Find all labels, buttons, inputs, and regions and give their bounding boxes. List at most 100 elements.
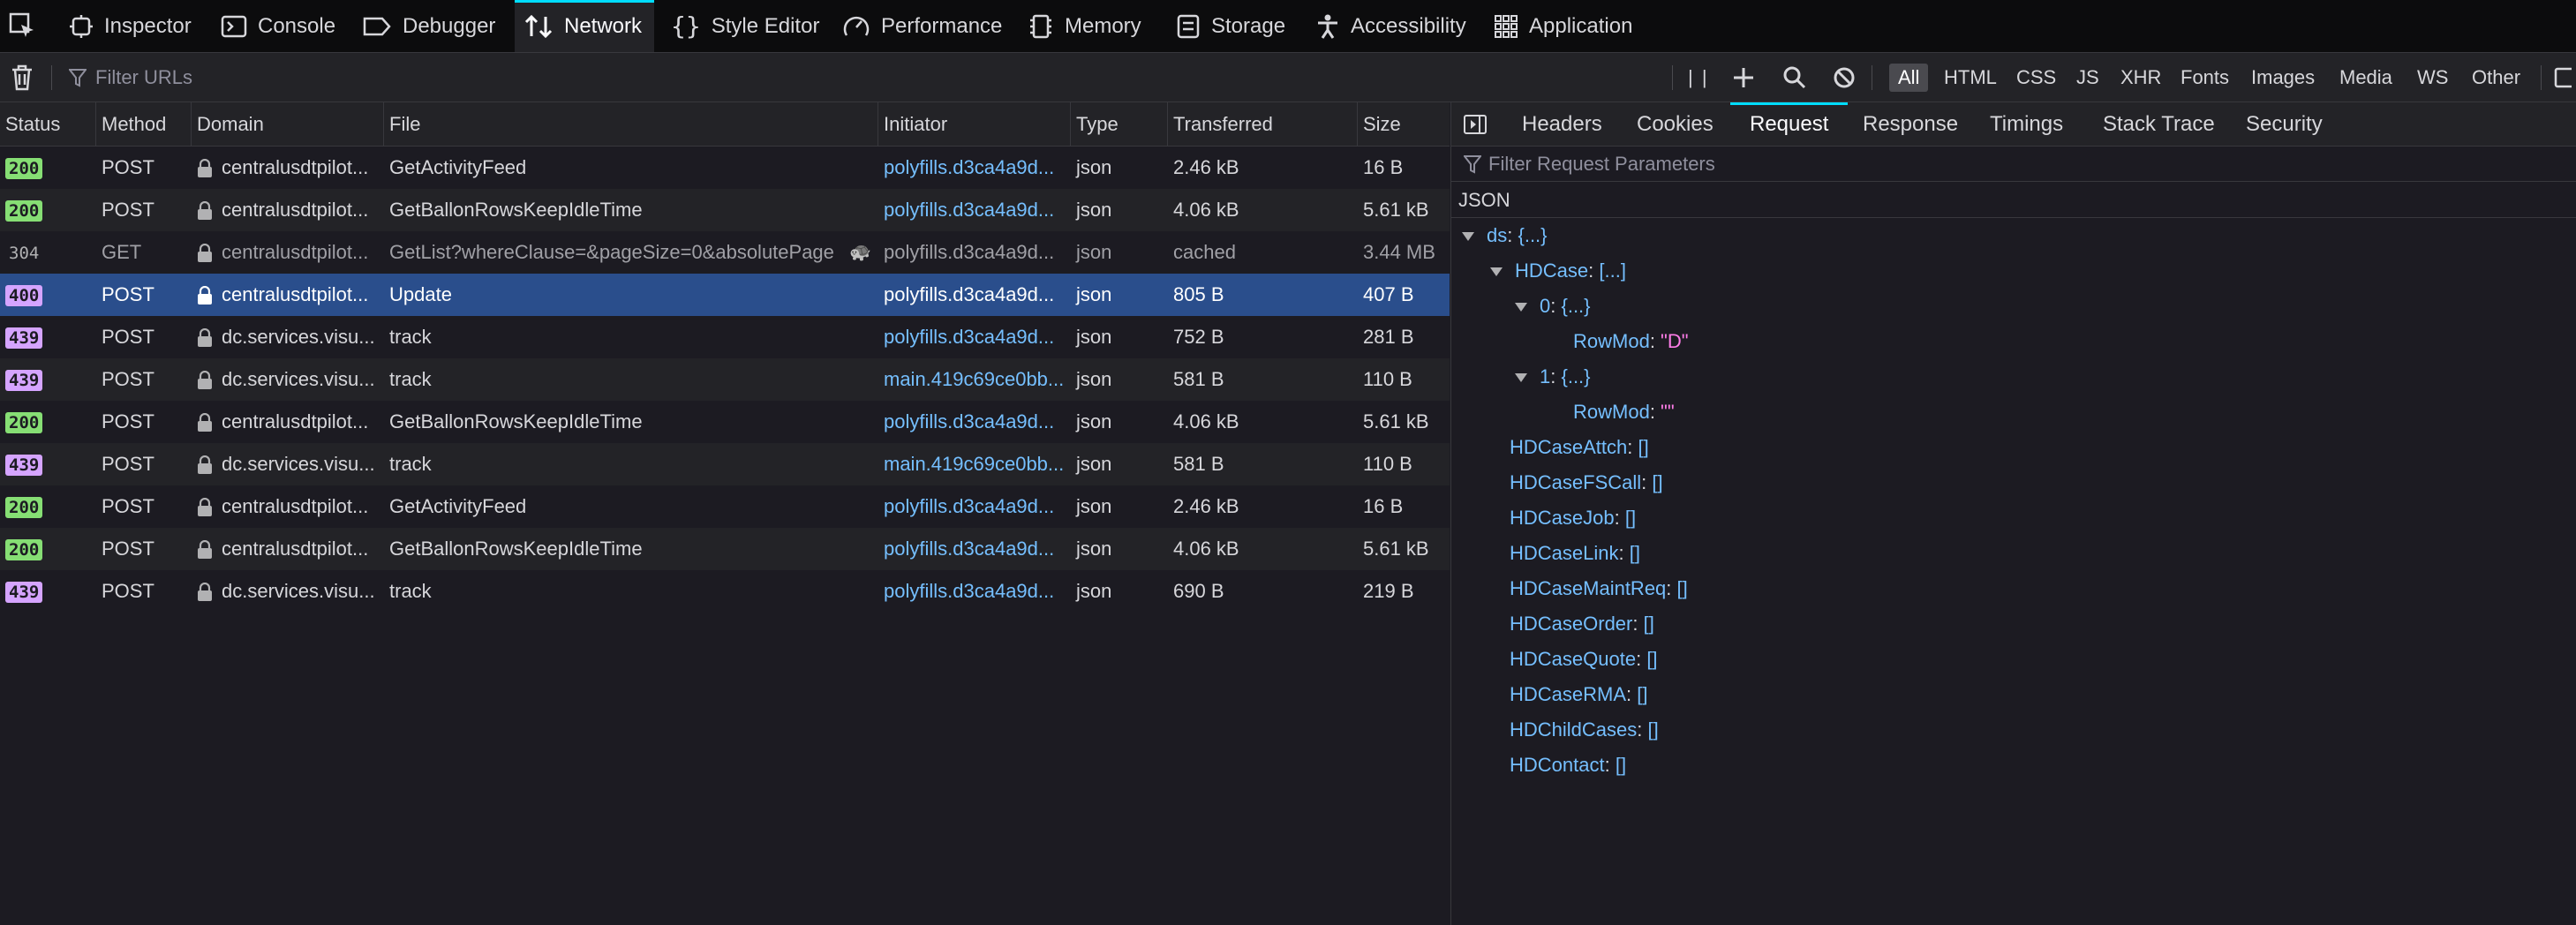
cell-initiator: polyfills.d3ca4a9d...: [884, 538, 1055, 560]
json-tree-node[interactable]: HDCaseMaintReq: []: [1510, 571, 1688, 606]
cell-transferred: 581 B: [1173, 368, 1224, 390]
cell-initiator: main.419c69ce0bb...: [884, 368, 1065, 390]
table-row[interactable]: 200 POST centralusdtpilot... GetBallonRowsK…: [0, 528, 1450, 570]
search-button[interactable]: [1783, 53, 1806, 102]
add-request-button[interactable]: [1732, 53, 1755, 102]
filter-type-ws[interactable]: WS: [2408, 64, 2457, 92]
table-row[interactable]: 200 POST centralusdtpilot... GetActivityFee…: [0, 147, 1450, 189]
filter-request-params-input[interactable]: Filter Request Parameters: [1451, 147, 2576, 182]
tab-timings[interactable]: Timings: [1990, 102, 2063, 146]
cell-type: json: [1076, 368, 1112, 390]
tab-debugger[interactable]: Debugger: [362, 0, 495, 52]
cell-size: 3.44 MB: [1363, 241, 1435, 263]
tab-application[interactable]: Application: [1494, 0, 1632, 52]
json-tree-node[interactable]: 0: {...}: [1515, 289, 1591, 324]
column-transferred[interactable]: Transferred: [1168, 102, 1358, 146]
filter-type-other[interactable]: Other: [2463, 64, 2529, 92]
tab-cookies[interactable]: Cookies: [1637, 102, 1714, 146]
console-icon: [221, 15, 247, 37]
filter-type-media[interactable]: Media: [2331, 64, 2401, 92]
json-value: []: [1637, 683, 1648, 705]
filter-type-all[interactable]: All: [1889, 64, 1929, 92]
json-tree-node[interactable]: HDCase: [...]: [1490, 253, 1626, 289]
tab-style-editor[interactable]: {} Style Editor: [671, 0, 819, 52]
cell-domain: centralusdtpilot...: [192, 231, 384, 274]
json-key: HDChildCases: [1510, 718, 1638, 741]
column-size[interactable]: Size: [1358, 102, 1450, 146]
file-text: GetActivityFeed: [389, 156, 527, 178]
clear-button[interactable]: [11, 53, 34, 102]
column-method[interactable]: Method: [96, 102, 192, 146]
table-row[interactable]: 439 POST dc.services.visu... track main.419c…: [0, 443, 1450, 485]
file-text: GetBallonRowsKeepIdleTime: [389, 538, 643, 560]
filter-type-html[interactable]: HTML: [1935, 64, 2006, 92]
json-tree-node[interactable]: RowMod: "D": [1573, 324, 1689, 359]
tab-memory[interactable]: Memory: [1028, 0, 1141, 52]
column-initiator[interactable]: Initiator: [878, 102, 1071, 146]
table-row[interactable]: 439 POST dc.services.visu... track polyfills…: [0, 316, 1450, 358]
pause-button[interactable]: | |: [1688, 53, 1709, 102]
cell-initiator: polyfills.d3ca4a9d...: [884, 199, 1055, 221]
element-picker-icon[interactable]: [9, 12, 35, 39]
tab-storage[interactable]: Storage: [1176, 0, 1285, 52]
table-row[interactable]: 304 GET centralusdtpilot... GetList?whereCl…: [0, 231, 1450, 274]
json-section-header[interactable]: JSON: [1451, 183, 2576, 218]
cell-status: 200: [0, 189, 96, 231]
cell-type: json: [1076, 453, 1112, 475]
tab-stack-trace[interactable]: Stack Trace: [2103, 102, 2215, 146]
json-tree-node[interactable]: HDCaseLink: []: [1510, 536, 1640, 571]
json-tree-node[interactable]: HDCaseOrder: []: [1510, 606, 1654, 642]
json-tree-node[interactable]: HDCaseJob: []: [1510, 500, 1636, 536]
json-tree-node[interactable]: HDCaseAttch: []: [1510, 430, 1649, 465]
table-row[interactable]: 400 POST centralusdtpilot... Update polyfill…: [0, 274, 1450, 316]
json-tree-node[interactable]: HDChildCases: []: [1510, 712, 1659, 748]
json-tree-node[interactable]: HDCaseRMA: []: [1510, 677, 1648, 712]
filter-type-images[interactable]: Images: [2242, 64, 2324, 92]
cell-size: 16 B: [1363, 495, 1404, 517]
tab-accessibility[interactable]: Accessibility: [1315, 0, 1466, 52]
tab-security[interactable]: Security: [2246, 102, 2323, 146]
json-tree-node[interactable]: ds: {...}: [1462, 218, 1548, 253]
column-file[interactable]: File: [384, 102, 878, 146]
table-row[interactable]: 439 POST dc.services.visu... track main.419c…: [0, 358, 1450, 401]
tab-request[interactable]: Request: [1729, 102, 1849, 146]
table-row[interactable]: 200 POST centralusdtpilot... GetBallonRowsK…: [0, 401, 1450, 443]
json-tree-node[interactable]: HDCaseFSCall: []: [1510, 465, 1663, 500]
tab-headers[interactable]: Headers: [1522, 102, 1602, 146]
filter-type-xhr[interactable]: XHR: [2112, 64, 2170, 92]
json-tree-node[interactable]: HDContact: []: [1510, 748, 1626, 783]
tab-response[interactable]: Response: [1863, 102, 1958, 146]
filter-type-js[interactable]: JS: [2068, 64, 2108, 92]
block-button[interactable]: [1833, 53, 1856, 102]
table-row[interactable]: 200 POST centralusdtpilot... GetActivityFee…: [0, 485, 1450, 528]
tab-console[interactable]: Console: [221, 0, 335, 52]
table-row[interactable]: 200 POST centralusdtpilot... GetBallonRowsK…: [0, 189, 1450, 231]
json-tree-node[interactable]: 1: {...}: [1515, 359, 1591, 395]
expand-toggle-icon[interactable]: [1462, 232, 1474, 242]
tab-performance[interactable]: Performance: [842, 0, 1002, 52]
toggle-sidebar-button[interactable]: [2554, 53, 2572, 102]
expand-toggle-icon[interactable]: [1490, 267, 1503, 277]
json-value: []: [1615, 754, 1627, 776]
column-type[interactable]: Type: [1071, 102, 1168, 146]
style-editor-icon: {}: [671, 11, 701, 41]
column-status[interactable]: Status: [0, 102, 96, 146]
json-colon: :: [1641, 471, 1653, 493]
expand-toggle-icon[interactable]: [1515, 373, 1527, 383]
cell-method: POST: [102, 326, 154, 348]
cell-file: track: [384, 358, 878, 401]
tab-network[interactable]: Network: [515, 0, 655, 52]
cell-size: 281 B: [1363, 326, 1414, 348]
column-domain[interactable]: Domain: [192, 102, 384, 146]
json-tree-node[interactable]: RowMod: "": [1573, 395, 1675, 430]
table-row[interactable]: 439 POST dc.services.visu... track polyfills…: [0, 570, 1450, 613]
filter-type-fonts[interactable]: Fonts: [2172, 64, 2238, 92]
toggle-panel-icon[interactable]: [1464, 115, 1487, 134]
filter-params-placeholder: Filter Request Parameters: [1488, 152, 1715, 175]
tab-inspector[interactable]: Inspector: [69, 0, 192, 52]
expand-toggle-icon[interactable]: [1515, 303, 1527, 312]
filter-type-css[interactable]: CSS: [2007, 64, 2065, 92]
cell-status: 200: [0, 485, 96, 528]
json-tree-node[interactable]: HDCaseQuote: []: [1510, 642, 1658, 677]
filter-urls-input[interactable]: Filter URLs: [69, 53, 1658, 102]
